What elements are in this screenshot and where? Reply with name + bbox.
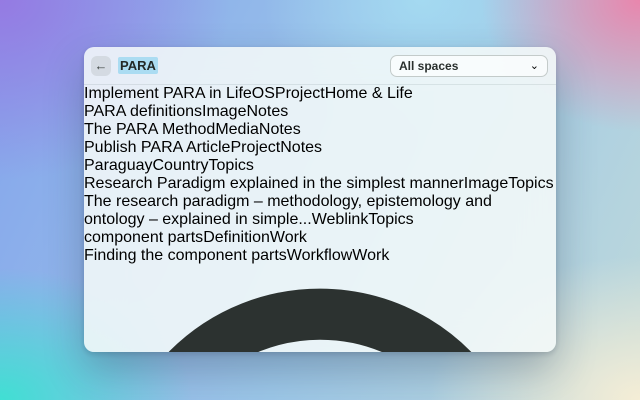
list-item[interactable]: Research Paradigm explained in the simpl… [84,175,556,193]
capacities-logo-icon [168,288,472,352]
back-button[interactable]: ← [91,55,111,76]
list-item-title: Finding the component parts [84,247,287,264]
status-badge: Image [463,175,509,192]
search-results-list: Implement PARA in LifeOSProjectHome & Li… [84,85,556,265]
status-badge: Notes [246,103,289,120]
status-badge: Notes [258,121,301,138]
list-item-title: The research paradigm – methodology, epi… [84,193,492,228]
search-header: ← PARA All spaces ⌄ [84,47,556,85]
list-item-badges: WeblinkTopics [312,211,414,228]
status-badge: Weblink [311,211,369,228]
list-item-title: Research Paradigm explained in the simpl… [84,175,464,192]
status-badge: Project [230,139,281,156]
search-query-selected-text: PARA [118,57,158,74]
list-item-badges: ImageNotes [202,103,288,120]
status-badge: Notes [280,139,323,156]
list-item-badges: WorkflowWork [287,247,390,264]
list-item[interactable]: ParaguayCountryTopics [84,157,556,175]
status-badge: Media [215,121,259,138]
back-arrow-icon: ← [94,58,108,73]
list-item[interactable]: Finding the component partsWorkflowWork [84,247,556,265]
list-item-badges: CountryTopics [153,157,254,174]
status-badge: Workflow [286,247,353,264]
status-badge: Home & Life [324,85,413,102]
status-badge: Topics [508,175,554,192]
status-badge: Work [269,229,307,246]
list-item-title: Publish PARA Article [84,139,231,156]
list-item-badges: DefinitionWork [203,229,307,246]
status-badge: Country [152,157,209,174]
list-item-badges: MediaNotes [215,121,300,138]
status-badge: Work [352,247,390,264]
list-item-title: Implement PARA in LifeOS [84,85,275,102]
status-badge: Image [202,103,247,120]
chevron-down-icon: ⌄ [529,60,539,72]
list-item[interactable]: PARA definitionsImageNotes [84,103,556,121]
list-item-badges: ImageTopics [464,175,554,192]
status-badge: Definition [203,229,270,246]
status-badge: Topics [368,211,414,228]
search-input[interactable]: PARA [118,57,158,74]
quick-search-panel: ← PARA All spaces ⌄ Implement PARA in Li… [84,47,556,352]
list-item[interactable]: Implement PARA in LifeOSProjectHome & Li… [84,85,556,103]
list-item[interactable]: Publish PARA ArticleProjectNotes [84,139,556,157]
status-badge: Topics [208,157,254,174]
list-item-badges: ProjectHome & Life [275,85,413,102]
list-item-title: component parts [84,229,204,246]
list-item-title: The PARA Method [84,121,216,138]
list-item[interactable]: component partsDefinitionWork [84,229,556,247]
list-item-title: PARA definitions [84,103,202,120]
spaces-dropdown[interactable]: All spaces ⌄ [390,54,548,77]
list-item[interactable]: The research paradigm – methodology, epi… [84,193,556,229]
footer-bar: Search content Open in Capacities ↵ | Ac… [84,265,556,352]
list-item-badges: ProjectNotes [230,139,322,156]
status-badge: Project [274,85,325,102]
spaces-dropdown-label: All spaces [399,58,459,73]
list-item[interactable]: The PARA MethodMediaNotes [84,121,556,139]
list-item-title: Paraguay [84,157,153,174]
